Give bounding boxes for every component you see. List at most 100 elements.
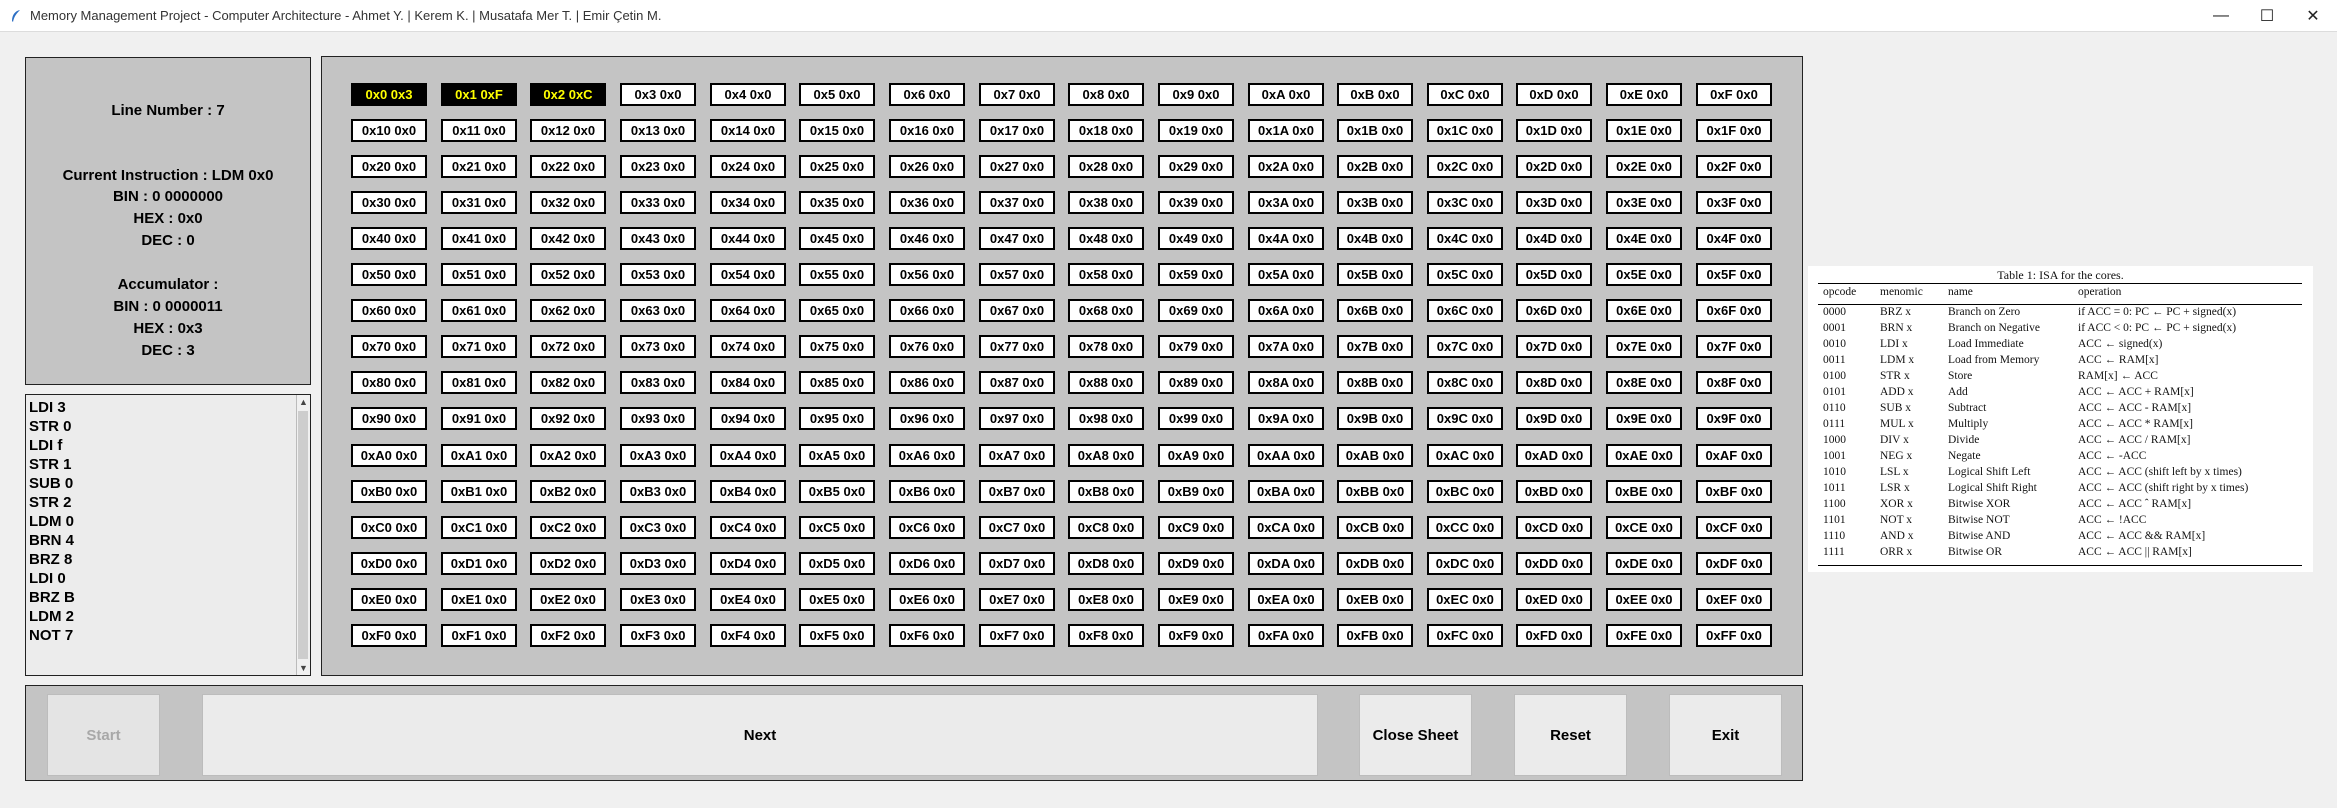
memory-cell: 0x83 0x0: [620, 371, 696, 394]
program-line[interactable]: LDI f: [29, 436, 75, 455]
isa-table-caption: Table 1: ISA for the cores.: [1997, 268, 2124, 282]
isa-cell: Load from Memory: [1948, 354, 2040, 366]
instruction-dec: DEC : 0: [141, 232, 195, 249]
isa-table-row: 1010 LSL x Logical Shift Left ACC ← ACC (sh…: [1808, 466, 2313, 481]
memory-cell: 0x79 0x0: [1158, 335, 1234, 358]
isa-cell: 0110: [1823, 402, 1846, 414]
memory-cell: 0x1E 0x0: [1606, 119, 1682, 142]
program-line[interactable]: STR 2: [29, 493, 75, 512]
memory-cell: 0x2F 0x0: [1696, 155, 1772, 178]
next-button[interactable]: Next: [202, 694, 1318, 776]
scroll-down-arrow-icon[interactable]: ▼: [297, 661, 310, 675]
memory-cell: 0x2C 0x0: [1427, 155, 1503, 178]
memory-cell: 0xEE 0x0: [1606, 588, 1682, 611]
memory-cell: 0x14 0x0: [710, 119, 786, 142]
header-opcode: opcode: [1823, 286, 1857, 298]
start-button[interactable]: Start: [47, 694, 160, 776]
program-line[interactable]: SUB 0: [29, 474, 75, 493]
header-mnemonic: menomic: [1880, 286, 1923, 298]
program-line[interactable]: LDM 0: [29, 512, 75, 531]
memory-cell: 0x18 0x0: [1068, 119, 1144, 142]
program-line[interactable]: STR 0: [29, 417, 75, 436]
memory-cell: 0x8A 0x0: [1248, 371, 1324, 394]
memory-cell: 0xF2 0x0: [530, 624, 606, 647]
instruction-bin: BIN : 0 0000000: [112, 188, 224, 205]
memory-cell: 0x1C 0x0: [1427, 119, 1503, 142]
memory-cell: 0x17 0x0: [979, 119, 1055, 142]
program-line[interactable]: BRZ B: [29, 588, 75, 607]
memory-cell: 0x42 0x0: [530, 227, 606, 250]
memory-cell: 0x13 0x0: [620, 119, 696, 142]
memory-cell: 0x49 0x0: [1158, 227, 1234, 250]
program-listbox[interactable]: LDI 3 STR 0 LDI f STR 1 SUB 0 STR 2 LDM 0 BRN 4…: [25, 394, 311, 676]
memory-cell: 0x3D 0x0: [1516, 191, 1592, 214]
memory-cell: 0x66 0x0: [889, 299, 965, 322]
isa-cell: Multiply: [1948, 418, 1989, 430]
memory-cell: 0x34 0x0: [710, 191, 786, 214]
scrollbar-thumb[interactable]: [298, 411, 308, 659]
memory-cell: 0xF5 0x0: [799, 624, 875, 647]
exit-button[interactable]: Exit: [1669, 694, 1782, 776]
memory-cell: 0x8B 0x0: [1337, 371, 1413, 394]
isa-cell: ORR x: [1880, 546, 1913, 558]
isa-cell: ACC ← ACC || RAM[x]: [2078, 546, 2192, 558]
close-sheet-button[interactable]: Close Sheet: [1359, 694, 1472, 776]
program-line[interactable]: LDI 0: [29, 569, 75, 588]
memory-cell: 0x7F 0x0: [1696, 335, 1772, 358]
reset-button[interactable]: Reset: [1514, 694, 1627, 776]
program-line[interactable]: BRZ 8: [29, 550, 75, 569]
memory-cell: 0x23 0x0: [620, 155, 696, 178]
isa-cell: if ACC < 0: PC ← PC + signed(x): [2078, 322, 2237, 334]
isa-cell: NOT x: [1880, 514, 1913, 526]
listbox-scrollbar[interactable]: ▲ ▼: [296, 395, 310, 675]
memory-cell: 0xA 0x0: [1248, 83, 1324, 106]
program-line[interactable]: LDI 3: [29, 398, 75, 417]
memory-cell: 0xCF 0x0: [1696, 516, 1772, 539]
memory-cell: 0xB9 0x0: [1158, 480, 1234, 503]
program-line[interactable]: BRN 4: [29, 531, 75, 550]
isa-table-row: 0101 ADD x Add ACC ← ACC + RAM[x]: [1808, 386, 2313, 401]
memory-cell: 0x12 0x0: [530, 119, 606, 142]
program-line[interactable]: NOT 7: [29, 626, 75, 645]
memory-cell: 0xA2 0x0: [530, 444, 606, 467]
isa-cell: ACC ← ACC * RAM[x]: [2078, 418, 2194, 430]
memory-cell: 0x67 0x0: [979, 299, 1055, 322]
memory-cell: 0x9D 0x0: [1516, 407, 1592, 430]
memory-cell: 0xD2 0x0: [530, 552, 606, 575]
isa-cell: ADD x: [1880, 386, 1914, 398]
isa-cell: Negate: [1948, 450, 1981, 462]
program-line[interactable]: LDM 2: [29, 607, 75, 626]
memory-cell: 0x72 0x0: [530, 335, 606, 358]
memory-cell: 0x60 0x0: [351, 299, 427, 322]
isa-cell: NEG x: [1880, 450, 1913, 462]
isa-table-row: 0111 MUL x Multiply ACC ← ACC * RAM[x]: [1808, 418, 2313, 433]
memory-cell: 0xA9 0x0: [1158, 444, 1234, 467]
memory-cell: 0x65 0x0: [799, 299, 875, 322]
memory-cell: 0x40 0x0: [351, 227, 427, 250]
memory-cell: 0x5D 0x0: [1516, 263, 1592, 286]
memory-cell: 0x16 0x0: [889, 119, 965, 142]
memory-cell: 0xDF 0x0: [1696, 552, 1772, 575]
memory-cell: 0x0 0x3: [351, 83, 427, 106]
memory-cell: 0x54 0x0: [710, 263, 786, 286]
memory-cell: 0xEB 0x0: [1337, 588, 1413, 611]
scroll-up-arrow-icon[interactable]: ▲: [297, 395, 310, 409]
isa-cell: Load Immediate: [1948, 338, 2024, 350]
minimize-button[interactable]: —: [2198, 0, 2244, 32]
isa-cell: SUB x: [1880, 402, 1911, 414]
window-title: Memory Management Project - Computer Arc…: [30, 8, 662, 23]
memory-cell: 0xD7 0x0: [979, 552, 1055, 575]
memory-cell: 0xFD 0x0: [1516, 624, 1592, 647]
memory-cell: 0x1F 0x0: [1696, 119, 1772, 142]
memory-cell: 0x3 0x0: [620, 83, 696, 106]
maximize-button[interactable]: ☐: [2244, 0, 2290, 32]
memory-cell: 0x3C 0x0: [1427, 191, 1503, 214]
isa-table-row: 1001 NEG x Negate ACC ← -ACC: [1808, 450, 2313, 465]
isa-cell: 0100: [1823, 370, 1846, 382]
memory-cell: 0x47 0x0: [979, 227, 1055, 250]
isa-cell: ACC ← -ACC: [2078, 450, 2147, 462]
memory-cell: 0x59 0x0: [1158, 263, 1234, 286]
isa-table-image: Table 1: ISA for the cores. opcode menom…: [1808, 266, 2313, 572]
program-line[interactable]: STR 1: [29, 455, 75, 474]
close-window-button[interactable]: ✕: [2290, 0, 2336, 32]
